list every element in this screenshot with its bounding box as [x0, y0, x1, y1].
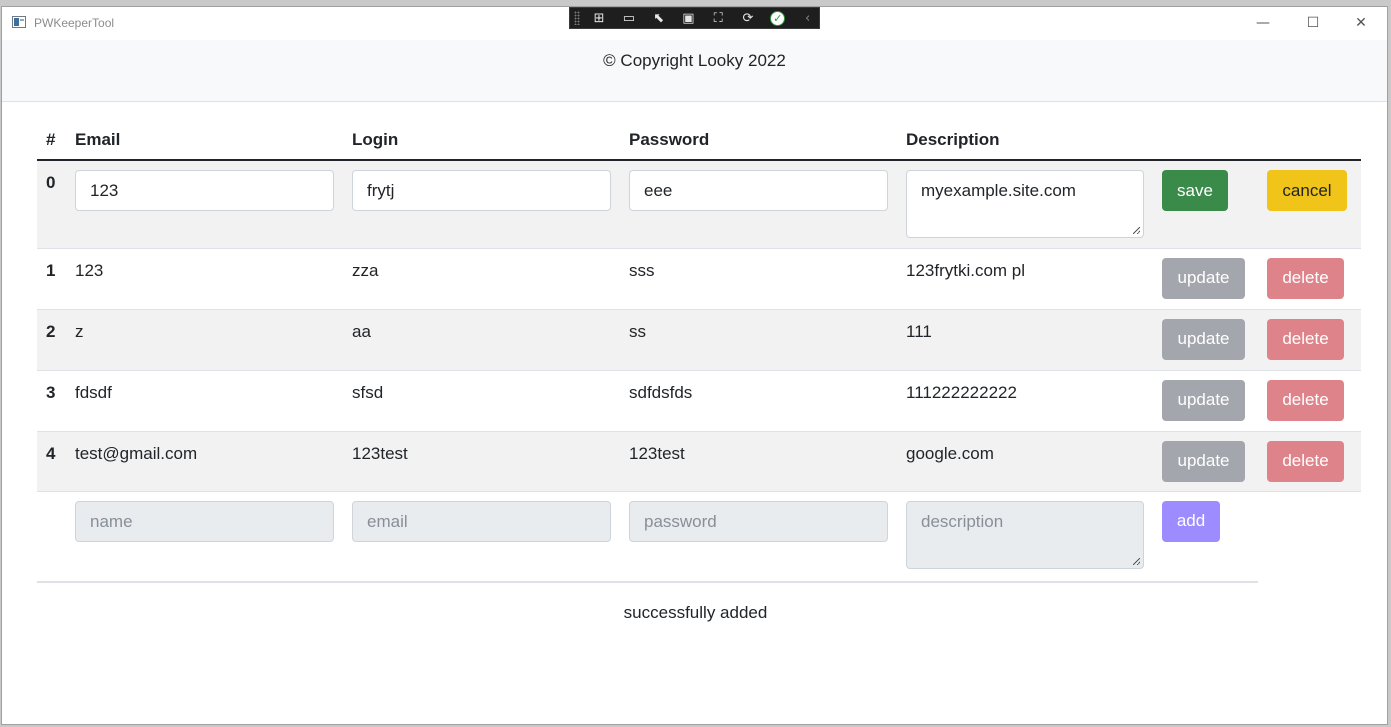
update-button[interactable]: update — [1162, 257, 1245, 299]
edit-description-value: myexample.site.com — [921, 181, 1076, 200]
close-button[interactable]: ✕ — [1338, 9, 1384, 37]
update-button[interactable]: update — [1162, 379, 1245, 421]
edit-login-input[interactable]: frytj — [352, 170, 611, 211]
update-button[interactable]: update — [1162, 440, 1245, 482]
delete-button[interactable]: delete — [1267, 257, 1344, 299]
new-password-input[interactable]: password — [629, 500, 888, 542]
cell-password: sss — [620, 248, 897, 310]
table-row: 3 fdsdf sfsd sdfdsfds 111222222222 updat… — [37, 370, 1361, 432]
edit-email-input[interactable]: 123 — [75, 170, 334, 211]
delete-button[interactable]: delete — [1267, 440, 1344, 482]
edit-description-textarea[interactable]: myexample.site.com — [906, 170, 1144, 238]
cell-login: sfsd — [343, 370, 620, 432]
table-row: 1 123 zza sss 123frytki.com pl update de… — [37, 248, 1361, 310]
table-header-row: # Email Login Password Description — [37, 120, 1361, 161]
cancel-button[interactable]: cancel — [1267, 170, 1347, 211]
new-entry-row: name email password description add — [37, 491, 1361, 578]
column-header-password: Password — [620, 120, 897, 161]
row-index: 2 — [37, 309, 66, 371]
window-title: PWKeeperTool — [34, 16, 115, 30]
status-message: successfully added — [623, 603, 768, 622]
table-row: 4 test@gmail.com 123test 123test google.… — [37, 431, 1361, 492]
record-icon[interactable]: ▭ — [617, 9, 640, 27]
collapse-icon[interactable]: ‹ — [796, 9, 819, 27]
display-layout-icon[interactable]: ⛶ — [707, 9, 730, 27]
column-header-login: Login — [343, 120, 620, 161]
cell-password: ss — [620, 309, 897, 371]
delete-button[interactable]: delete — [1267, 318, 1344, 360]
cell-description: 111222222222 — [897, 370, 1153, 432]
new-description-textarea[interactable]: description — [906, 500, 1144, 569]
table-row: 2 z aa ss 111 update delete — [37, 309, 1361, 371]
credentials-table: # Email Login Password Description 0 123… — [37, 120, 1361, 578]
resize-grip-icon[interactable] — [1133, 227, 1140, 234]
cell-password: 123test — [620, 431, 897, 492]
cell-description: 111 — [897, 309, 1153, 371]
cell-description: 123frytki.com pl — [897, 248, 1153, 310]
new-name-input[interactable]: name — [75, 500, 334, 542]
row-index: 3 — [37, 370, 66, 432]
cell-email: fdsdf — [66, 370, 343, 432]
cell-login: aa — [343, 309, 620, 371]
column-header-description: Description — [897, 120, 1153, 161]
cell-password: sdfdsfds — [620, 370, 897, 432]
edit-row: 0 123 frytj eee myexample.site.com save … — [37, 160, 1361, 249]
column-header-email: Email — [66, 120, 343, 161]
hot-reload-icon[interactable]: ⟳ — [737, 9, 760, 27]
cell-description: google.com — [897, 431, 1153, 492]
check-icon[interactable]: ✓ — [766, 9, 789, 27]
cell-email: 123 — [66, 248, 343, 310]
minimize-button[interactable]: — — [1240, 9, 1286, 37]
delete-button[interactable]: delete — [1267, 379, 1344, 421]
save-button[interactable]: save — [1162, 170, 1228, 211]
title-bar: PWKeeperTool ⊞ ▭ ⬉ ▣ ⛶ ⟳ ✓ ‹ — ☐ ✕ — [2, 7, 1387, 40]
add-button[interactable]: add — [1162, 500, 1220, 542]
edit-password-input[interactable]: eee — [629, 170, 888, 211]
pointer-icon[interactable]: ⬉ — [647, 9, 670, 27]
select-element-icon[interactable]: ⊞ — [588, 9, 611, 27]
copyright-text: © Copyright Looky 2022 — [603, 51, 786, 70]
row-index: 4 — [37, 431, 66, 492]
debug-toolbar: ⊞ ▭ ⬉ ▣ ⛶ ⟳ ✓ ‹ — [569, 7, 820, 29]
column-header-index: # — [37, 120, 66, 161]
layout-adorner-icon[interactable]: ▣ — [677, 9, 700, 27]
app-icon — [12, 16, 26, 28]
row-index: 0 — [37, 160, 66, 249]
row-index: 1 — [37, 248, 66, 310]
page-header: © Copyright Looky 2022 — [2, 40, 1387, 102]
new-email-input[interactable]: email — [352, 500, 611, 542]
update-button[interactable]: update — [1162, 318, 1245, 360]
toolbar-grip[interactable] — [574, 11, 580, 25]
maximize-button[interactable]: ☐ — [1290, 9, 1336, 37]
resize-grip-icon[interactable] — [1133, 557, 1140, 565]
cell-login: 123test — [343, 431, 620, 492]
cell-email: test@gmail.com — [66, 431, 343, 492]
cell-login: zza — [343, 248, 620, 310]
cell-email: z — [66, 309, 343, 371]
new-description-placeholder: description — [921, 511, 1004, 531]
divider — [37, 581, 1258, 583]
